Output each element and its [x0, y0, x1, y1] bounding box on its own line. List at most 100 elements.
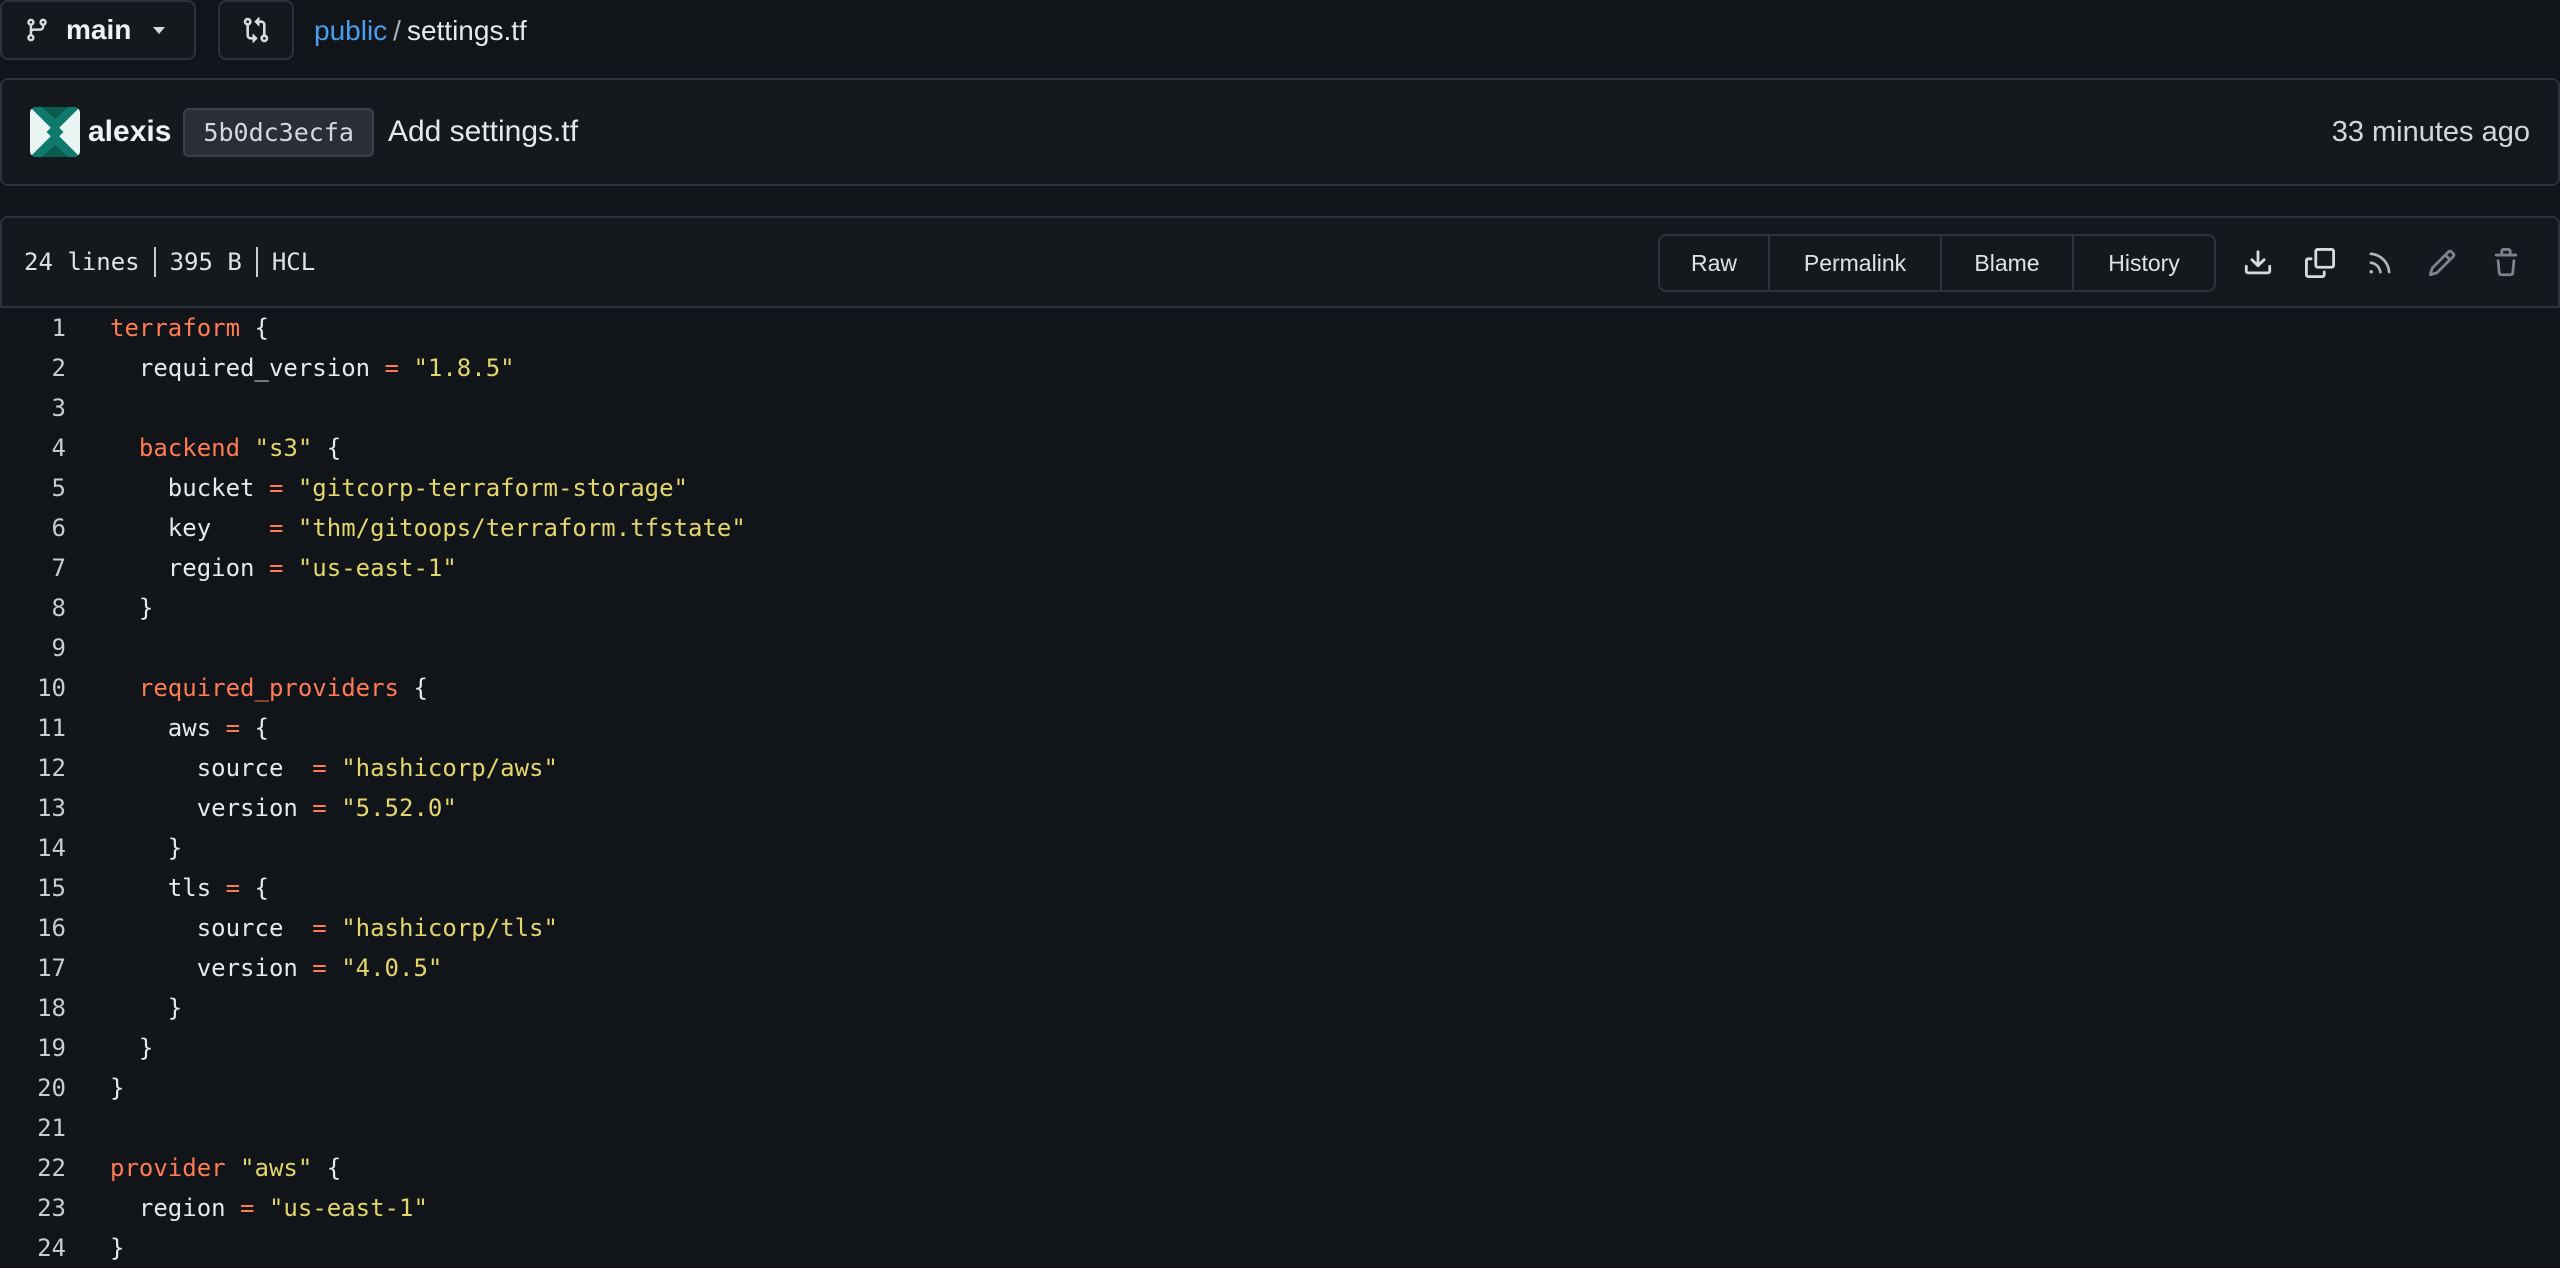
history-button[interactable]: History — [2074, 236, 2214, 290]
copy-icon — [2305, 248, 2335, 278]
line-number[interactable]: 18 — [0, 994, 66, 1022]
code-token: source — [110, 914, 313, 942]
code-text: } — [110, 834, 182, 862]
branch-name: main — [66, 14, 132, 45]
code-token: required_providers — [138, 674, 399, 702]
commit-message[interactable]: Add settings.tf — [388, 115, 578, 149]
code-line: 21 — [0, 1108, 2560, 1148]
file-size: 395 B — [169, 248, 242, 276]
code-token: { — [312, 1154, 342, 1182]
code-token: } — [110, 594, 154, 622]
line-number[interactable]: 6 — [0, 514, 66, 542]
permalink-button[interactable]: Permalink — [1770, 236, 1942, 290]
code-token: "1.8.5" — [413, 354, 515, 382]
line-number[interactable]: 2 — [0, 354, 66, 382]
line-number[interactable]: 23 — [0, 1194, 66, 1222]
edit-button[interactable] — [2418, 240, 2466, 286]
code-token: "us-east-1" — [268, 1194, 428, 1222]
avatar[interactable] — [30, 107, 80, 157]
file-action-group: Raw Permalink Blame History — [1658, 234, 2216, 292]
code-token: } — [110, 1234, 125, 1262]
code-line: 14 } — [0, 828, 2560, 868]
code-text: backend "s3" { — [110, 434, 341, 462]
file-info: 24 lines 395 B HCL — [24, 218, 315, 306]
code-token: = — [312, 794, 327, 822]
code-token: key — [110, 514, 269, 542]
code-line: 11 aws = { — [0, 708, 2560, 748]
code-text: version = "4.0.5" — [110, 954, 443, 982]
line-number[interactable]: 1 — [0, 314, 66, 342]
compare-button[interactable] — [218, 0, 294, 60]
line-number[interactable]: 3 — [0, 394, 66, 422]
line-number[interactable]: 5 — [0, 474, 66, 502]
code-text: source = "hashicorp/tls" — [110, 914, 558, 942]
code-token: "4.0.5" — [341, 954, 443, 982]
branch-selector-button[interactable]: main — [0, 0, 196, 60]
code-text: required_providers { — [110, 674, 428, 702]
trash-icon — [2491, 248, 2521, 278]
line-number[interactable]: 9 — [0, 634, 66, 662]
code-token: source — [110, 754, 313, 782]
line-number[interactable]: 10 — [0, 674, 66, 702]
download-button[interactable] — [2234, 240, 2282, 286]
code-viewer[interactable]: 1 terraform { 2 required_version = "1.8.5"… — [0, 308, 2560, 1268]
line-number[interactable]: 24 — [0, 1234, 66, 1262]
code-line: 17 version = "4.0.5" — [0, 948, 2560, 988]
code-text: } — [110, 994, 182, 1022]
blame-button[interactable]: Blame — [1942, 236, 2074, 290]
line-number[interactable]: 21 — [0, 1114, 66, 1142]
line-number[interactable]: 17 — [0, 954, 66, 982]
commit-author[interactable]: alexis — [88, 115, 171, 149]
copy-button[interactable] — [2296, 240, 2344, 286]
code-token: = — [268, 514, 284, 542]
code-line: 2 required_version = "1.8.5" — [0, 348, 2560, 388]
commit-sha-badge[interactable]: 5b0dc3ecfa — [183, 107, 374, 157]
code-text: terraform { — [110, 314, 269, 342]
code-token: "gitcorp-terraform-storage" — [297, 474, 688, 502]
code-token: backend — [138, 434, 241, 462]
code-line: 1 terraform { — [0, 308, 2560, 348]
code-line: 3 — [0, 388, 2560, 428]
code-line: 4 backend "s3" { — [0, 428, 2560, 468]
delete-button[interactable] — [2482, 240, 2530, 286]
rss-button[interactable] — [2356, 240, 2404, 286]
code-token: { — [240, 874, 269, 902]
code-token: version — [110, 794, 313, 822]
code-token: { — [240, 314, 269, 342]
line-number[interactable]: 20 — [0, 1074, 66, 1102]
code-token: version — [110, 954, 313, 982]
line-number[interactable]: 13 — [0, 794, 66, 822]
code-line: 7 region = "us-east-1" — [0, 548, 2560, 588]
raw-button[interactable]: Raw — [1660, 236, 1770, 290]
code-line: 24} — [0, 1228, 2560, 1268]
code-text: region = "us-east-1" — [110, 1194, 428, 1222]
line-number[interactable]: 16 — [0, 914, 66, 942]
chevron-down-icon — [153, 26, 166, 34]
code-text: tls = { — [110, 874, 269, 902]
breadcrumb-repo-link[interactable]: public — [314, 15, 387, 47]
breadcrumb-separator: / — [393, 15, 401, 46]
line-number[interactable]: 12 — [0, 754, 66, 782]
line-number[interactable]: 4 — [0, 434, 66, 462]
line-number[interactable]: 7 — [0, 554, 66, 582]
code-token: } — [110, 834, 183, 862]
code-token: { — [312, 434, 342, 462]
line-number[interactable]: 15 — [0, 874, 66, 902]
code-token: = — [312, 754, 327, 782]
code-text: } — [110, 1074, 124, 1102]
code-token: "5.52.0" — [341, 794, 457, 822]
code-text: source = "hashicorp/aws" — [110, 754, 558, 782]
code-text: } — [110, 594, 153, 622]
line-number[interactable]: 19 — [0, 1034, 66, 1062]
line-number[interactable]: 22 — [0, 1154, 66, 1182]
line-number[interactable]: 11 — [0, 714, 66, 742]
line-number[interactable]: 14 — [0, 834, 66, 862]
code-token: "hashicorp/aws" — [341, 754, 558, 782]
line-number[interactable]: 8 — [0, 594, 66, 622]
